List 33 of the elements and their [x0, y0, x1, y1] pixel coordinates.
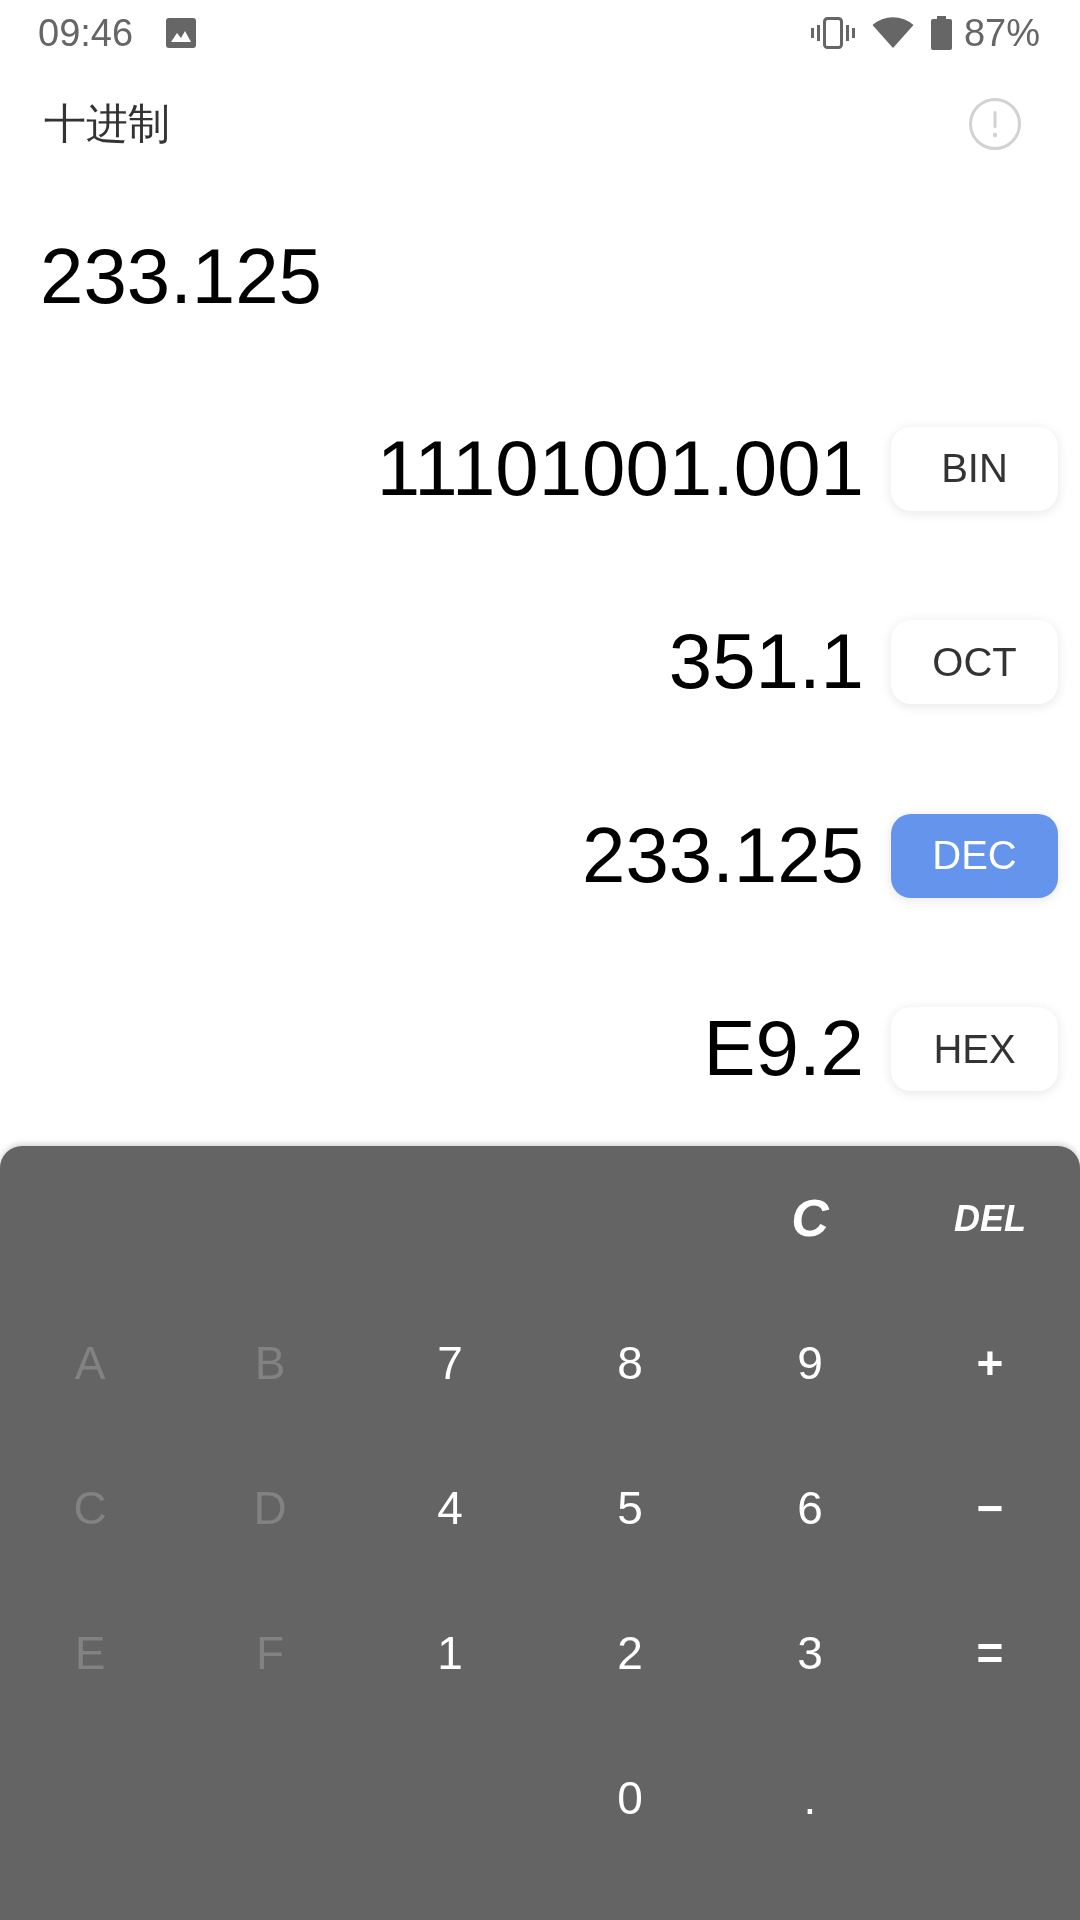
number-key[interactable]: 9: [785, 1334, 835, 1393]
wifi-icon: [871, 17, 914, 49]
number-key[interactable]: 3: [785, 1624, 835, 1683]
converted-value: 233.125: [582, 814, 864, 897]
page-title: 十进制: [44, 100, 170, 148]
converted-value: 351.1: [668, 621, 864, 704]
operator-key[interactable]: =: [964, 1624, 1016, 1683]
number-key[interactable]: 4: [425, 1479, 475, 1538]
operator-key[interactable]: +: [964, 1334, 1016, 1393]
battery-icon: [930, 16, 952, 50]
battery-percentage: 87%: [963, 14, 1040, 52]
number-key[interactable]: 6: [785, 1479, 835, 1538]
base-button[interactable]: OCT: [891, 620, 1058, 705]
number-key[interactable]: 7: [425, 1334, 475, 1393]
vibrate-icon: [810, 17, 855, 49]
base-button[interactable]: BIN: [891, 426, 1058, 511]
delete-key[interactable]: DEL: [942, 1194, 1038, 1243]
clear-key[interactable]: C: [779, 1185, 841, 1252]
converted-value: E9.2: [703, 1008, 864, 1091]
base-button[interactable]: DEC: [891, 813, 1058, 898]
number-key[interactable]: 0: [605, 1769, 655, 1828]
converted-value: 11101001.001: [376, 427, 864, 510]
base-button[interactable]: HEX: [891, 1007, 1058, 1092]
info-icon[interactable]: [969, 98, 1021, 150]
number-key[interactable]: 8: [605, 1334, 655, 1393]
status-time: 09:46: [38, 14, 134, 52]
input-value: 233.125: [40, 236, 322, 318]
number-key[interactable]: 1: [425, 1624, 475, 1683]
number-key[interactable]: 2: [605, 1624, 655, 1683]
image-icon: [166, 18, 197, 48]
operator-key[interactable]: −: [964, 1479, 1016, 1538]
number-key[interactable]: 5: [605, 1479, 655, 1538]
number-key[interactable]: .: [791, 1769, 829, 1828]
